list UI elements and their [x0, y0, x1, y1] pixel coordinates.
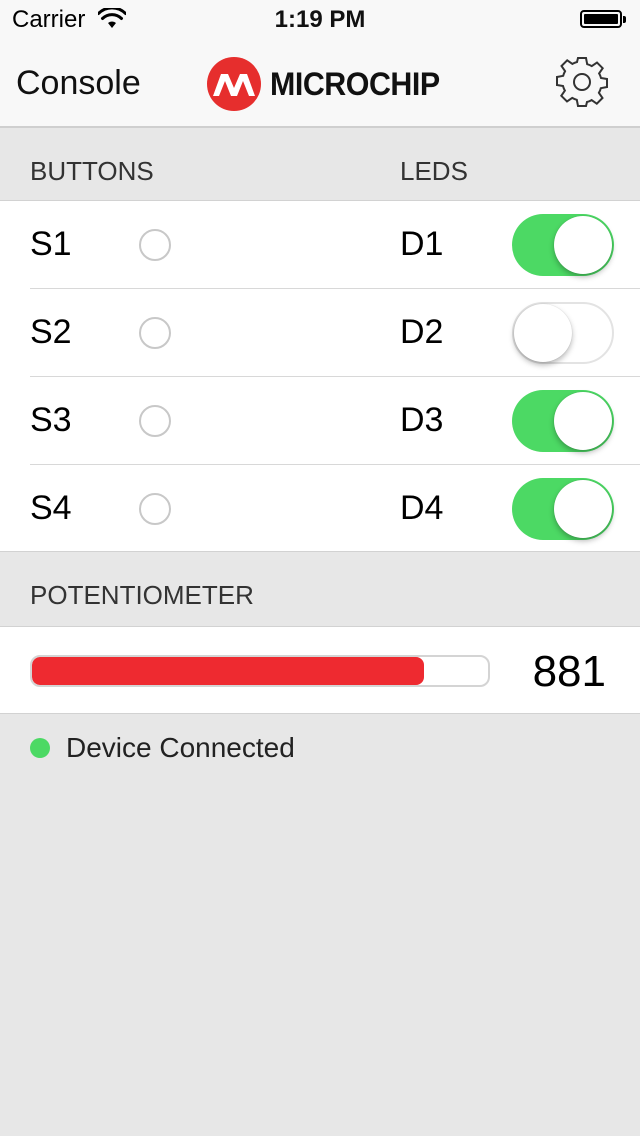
led-label: D1	[400, 225, 444, 263]
page-title: Console	[16, 64, 141, 102]
connection-status-dot-icon	[30, 738, 50, 758]
led-toggle-d1[interactable]	[512, 214, 614, 276]
led-label: D2	[400, 313, 444, 351]
buttons-header: BUTTONS	[30, 156, 154, 186]
potentiometer-value: 881	[532, 647, 606, 696]
table-row: S4 D4	[0, 465, 640, 553]
button-label: S2	[30, 313, 72, 351]
potentiometer-header: POTENTIOMETER	[0, 552, 640, 626]
gear-icon[interactable]	[556, 56, 608, 108]
connection-status-text: Device Connected	[66, 732, 295, 763]
led-toggle-d3[interactable]	[512, 390, 614, 452]
leds-header: LEDS	[400, 156, 468, 186]
brand-name: MICROCHIP	[270, 65, 440, 102]
led-label: D3	[400, 401, 444, 439]
button-label: S3	[30, 401, 72, 439]
battery-icon	[580, 10, 628, 30]
table-row: S3 D3	[0, 377, 640, 465]
buttons-leds-header: BUTTONS LEDS	[0, 128, 640, 200]
led-toggle-d4[interactable]	[512, 478, 614, 540]
potentiometer-row: 881	[0, 626, 640, 714]
table-row: S1 D1	[0, 201, 640, 289]
button-state-indicator	[139, 229, 171, 261]
button-label: S1	[30, 225, 72, 263]
status-time: 1:19 PM	[274, 6, 366, 33]
button-label: S4	[30, 489, 72, 527]
connection-status: Device Connected	[0, 714, 640, 784]
potentiometer-bar-fill	[32, 657, 425, 685]
potentiometer-bar	[30, 655, 490, 687]
led-toggle-d2[interactable]	[512, 302, 614, 364]
table-row: S2 D2	[0, 289, 640, 377]
buttons-leds-table: S1 D1 S2 D2 S3 D3 S4 D4	[0, 200, 640, 552]
microchip-logo-icon	[207, 57, 261, 111]
nav-bar: Console MICROCHIP	[0, 40, 640, 128]
brand-logo: MICROCHIP	[206, 54, 449, 114]
led-label: D4	[400, 489, 444, 527]
potentiometer-title: POTENTIOMETER	[30, 580, 254, 610]
status-bar: Carrier 1:19 PM	[0, 0, 640, 40]
button-state-indicator	[139, 405, 171, 437]
button-state-indicator	[139, 493, 171, 525]
button-state-indicator	[139, 317, 171, 349]
